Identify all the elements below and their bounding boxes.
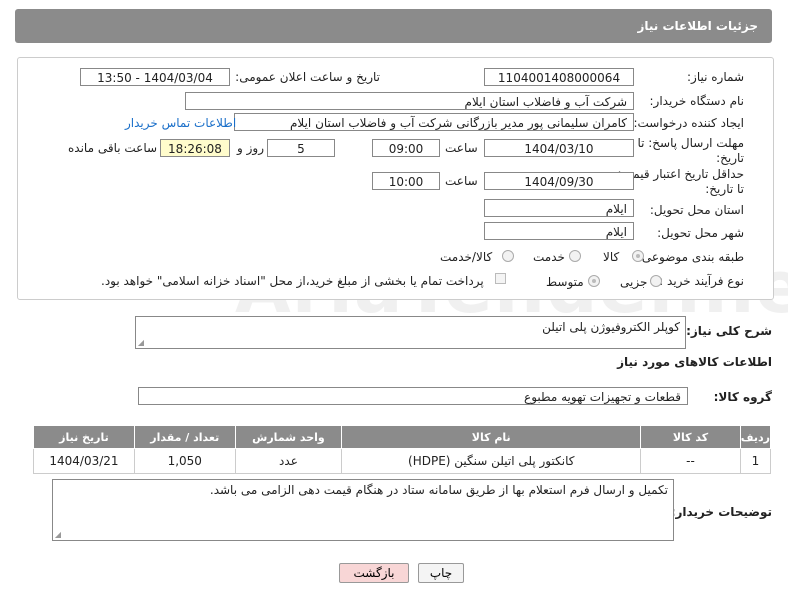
treasury-payment-note: پرداخت تمام یا بخشی از مبلغ خرید،از محل … bbox=[101, 274, 484, 288]
col-unit: واحد شمارش bbox=[234, 425, 343, 449]
category-label: طبقه بندی موضوعی: bbox=[637, 250, 744, 264]
days-label: روز و bbox=[237, 141, 264, 155]
table-row[interactable]: 1 -- کانکتور پلی اتیلن سنگین (HDPE) عدد … bbox=[33, 448, 772, 474]
cell-unit: عدد bbox=[234, 448, 343, 474]
cell-quantity: 1,050 bbox=[133, 448, 236, 474]
goods-table: ردیف کد کالا نام کالا واحد شمارش تعداد /… bbox=[33, 425, 772, 474]
buyer-notes-label: توضیحات خریدار: bbox=[670, 505, 772, 519]
province-label: استان محل تحویل: bbox=[649, 203, 744, 217]
resize-grip-icon[interactable]: ◢ bbox=[55, 531, 61, 539]
deadline-label: مهلت ارسال پاسخ: تا bbox=[637, 136, 744, 150]
category-option-goods: کالا bbox=[603, 250, 620, 264]
description-textarea[interactable]: کوپلر الکتروفیوژن پلی اتیلن ◢ bbox=[135, 316, 686, 349]
goods-group-field[interactable]: قطعات و تجهیزات تهویه مطبوع bbox=[138, 387, 688, 405]
process-radio-minor[interactable] bbox=[650, 275, 662, 287]
validity-time-field[interactable]: 10:00 bbox=[372, 172, 440, 190]
remaining-time-label: ساعت باقی مانده bbox=[68, 141, 158, 155]
creator-label: ایجاد کننده درخواست: bbox=[633, 116, 744, 130]
buyer-org-field[interactable]: شرکت آب و فاضلاب استان ایلام bbox=[185, 92, 634, 110]
resize-grip-icon[interactable]: ◢ bbox=[138, 339, 144, 347]
process-option-medium: متوسط bbox=[546, 275, 584, 289]
col-goods-code: کد کالا bbox=[640, 425, 741, 449]
category-option-goods-service: کالا/خدمت bbox=[440, 250, 493, 264]
buyer-contact-link[interactable]: اطلاعات تماس خریدار bbox=[125, 116, 236, 130]
col-quantity: تعداد / مقدار bbox=[133, 425, 236, 449]
cell-need-date: 1404/03/21 bbox=[33, 448, 135, 474]
validity-label: حداقل تاریخ اعتبار قیمت: bbox=[617, 167, 744, 181]
announce-datetime-field[interactable]: 1404/03/04 - 13:50 bbox=[80, 68, 230, 86]
category-radio-service[interactable] bbox=[569, 250, 581, 262]
deadline-date-field[interactable]: 1404/03/10 bbox=[484, 139, 634, 157]
process-radio-medium[interactable] bbox=[588, 275, 600, 287]
creator-field[interactable]: کامران سلیمانی پور مدیر بازرگانی شرکت آب… bbox=[234, 113, 634, 131]
page-title: جزئیات اطلاعات نیاز bbox=[637, 19, 758, 33]
buyer-notes-text: تکمیل و ارسال فرم استعلام بها از طریق سا… bbox=[209, 483, 668, 497]
description-text: کوپلر الکتروفیوژن پلی اتیلن bbox=[542, 320, 680, 334]
buyer-org-label: نام دستگاه خریدار: bbox=[649, 94, 745, 108]
goods-group-label: گروه کالا: bbox=[713, 390, 772, 404]
cell-goods-code: -- bbox=[640, 448, 741, 474]
col-goods-name: نام کالا bbox=[341, 425, 642, 449]
deadline-date-label: تاریخ: bbox=[716, 151, 744, 165]
category-radio-goods-service[interactable] bbox=[502, 250, 514, 262]
category-radio-goods[interactable] bbox=[632, 250, 644, 262]
category-option-service: خدمت bbox=[533, 250, 565, 264]
cell-row-number: 1 bbox=[739, 448, 772, 474]
cell-goods-name: کانکتور پلی اتیلن سنگین (HDPE) bbox=[341, 448, 642, 474]
need-number-field[interactable]: 1104001408000064 bbox=[484, 68, 634, 86]
validity-date-label: تا تاریخ: bbox=[705, 182, 744, 196]
description-label: شرح کلی نیاز: bbox=[686, 324, 772, 338]
province-field[interactable]: ایلام bbox=[484, 199, 634, 217]
back-button[interactable]: بازگشت bbox=[339, 563, 409, 583]
validity-time-label: ساعت bbox=[445, 174, 478, 188]
validity-date-field[interactable]: 1404/09/30 bbox=[484, 172, 634, 190]
process-label: نوع فرآیند خرید : bbox=[659, 274, 744, 288]
city-field[interactable]: ایلام bbox=[484, 222, 634, 240]
need-number-label: شماره نیاز: bbox=[687, 70, 744, 84]
print-button[interactable]: چاپ bbox=[418, 563, 464, 583]
deadline-time-label: ساعت bbox=[445, 141, 478, 155]
days-remaining-field[interactable]: 5 bbox=[267, 139, 335, 157]
announce-label: تاریخ و ساعت اعلان عمومی: bbox=[235, 70, 380, 84]
deadline-time-field[interactable]: 09:00 bbox=[372, 139, 440, 157]
process-option-minor: جزیی bbox=[620, 275, 648, 289]
goods-table-header: ردیف کد کالا نام کالا واحد شمارش تعداد /… bbox=[33, 425, 772, 449]
treasury-payment-checkbox[interactable] bbox=[495, 273, 506, 284]
col-need-date: تاریخ نیاز bbox=[33, 425, 135, 449]
col-row-number: ردیف bbox=[739, 425, 772, 449]
city-label: شهر محل تحویل: bbox=[657, 226, 744, 240]
page-header: جزئیات اطلاعات نیاز bbox=[15, 9, 772, 43]
remaining-time-field[interactable]: 18:26:08 bbox=[160, 139, 230, 157]
buyer-notes-textarea[interactable]: تکمیل و ارسال فرم استعلام بها از طریق سا… bbox=[52, 479, 674, 541]
goods-section-title: اطلاعات کالاهای مورد نیاز bbox=[617, 355, 772, 369]
